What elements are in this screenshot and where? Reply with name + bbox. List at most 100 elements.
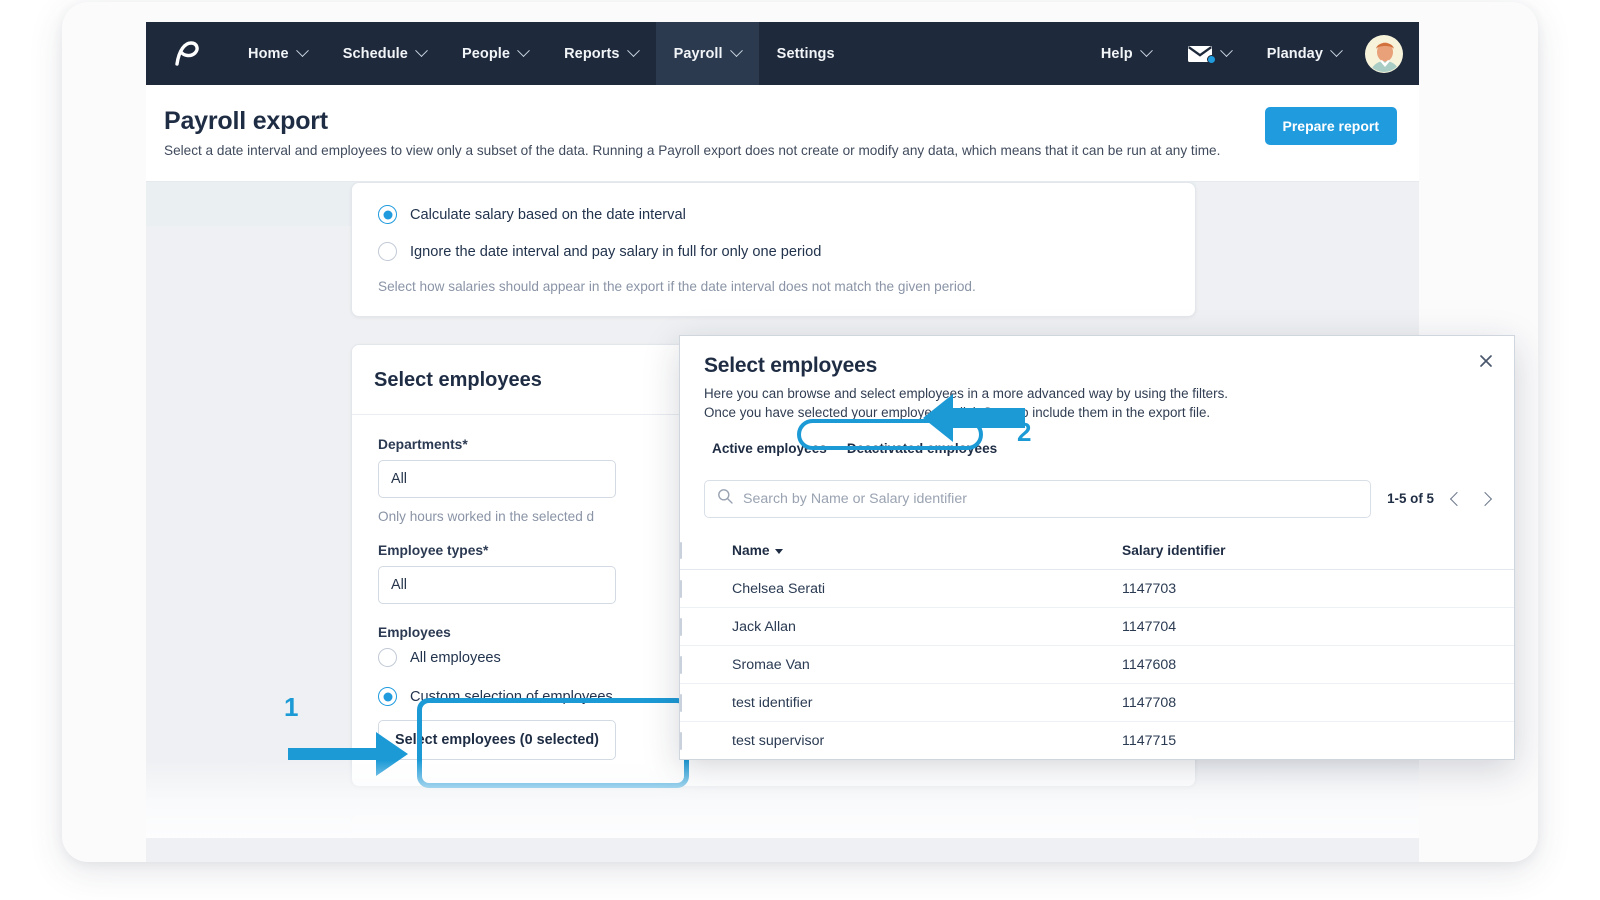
- modal-description-line-2: Once you have selected your employees, c…: [704, 405, 1211, 421]
- prepare-report-button[interactable]: Prepare report: [1264, 107, 1397, 145]
- page-header: Payroll export Select a date interval an…: [146, 85, 1419, 183]
- radio-icon: [378, 205, 397, 225]
- bottom-panel: [351, 814, 1196, 839]
- tab-active-employees[interactable]: Active employees: [704, 435, 835, 462]
- table-row[interactable]: test identifier 1147708: [680, 683, 1514, 723]
- planday-logo-icon[interactable]: [146, 22, 230, 85]
- nav-item-home[interactable]: Home: [230, 22, 325, 85]
- table-row[interactable]: Chelsea Serati 1147703: [680, 569, 1514, 609]
- nav-item-people[interactable]: People: [444, 22, 546, 85]
- salary-option-label: Calculate salary based on the date inter…: [410, 206, 686, 223]
- employees-table: Name Salary identifier Chelsea Serati 11…: [680, 531, 1514, 759]
- employee-search-input[interactable]: Search by Name or Salary identifier: [704, 479, 1372, 518]
- search-icon: [717, 488, 733, 509]
- app-shell: Home Schedule People Reports Payroll Set…: [62, 2, 1538, 862]
- notification-dot: [1206, 55, 1216, 64]
- departments-value: All: [391, 471, 407, 488]
- page-title: Payroll export: [164, 107, 328, 135]
- row-name: Jack Allan: [732, 607, 1122, 647]
- employees-table-head: Name Salary identifier: [680, 531, 1514, 571]
- nav-item-label: Home: [248, 45, 289, 62]
- table-row[interactable]: test supervisor 1147715: [680, 721, 1514, 759]
- nav-item-schedule[interactable]: Schedule: [325, 22, 444, 85]
- nav-item-account[interactable]: Planday: [1249, 22, 1359, 85]
- column-header-label: Name: [732, 543, 770, 559]
- chevron-down-icon: [517, 44, 530, 58]
- row-name: test identifier: [732, 683, 1122, 723]
- table-header-row: Name Salary identifier: [680, 531, 1514, 571]
- row-name: Sromae Van: [732, 645, 1122, 685]
- nav-item-help[interactable]: Help: [1083, 22, 1169, 85]
- row-name: Chelsea Serati: [732, 569, 1122, 609]
- main-navbar: Home Schedule People Reports Payroll Set…: [146, 22, 1419, 85]
- table-row[interactable]: Jack Allan 1147704: [680, 607, 1514, 647]
- chevron-down-icon: [729, 44, 743, 58]
- chevron-left-icon[interactable]: [1449, 491, 1465, 506]
- nav-item-messages[interactable]: [1169, 22, 1249, 85]
- salary-option-interval[interactable]: Calculate salary based on the date inter…: [378, 205, 1169, 225]
- navbar-right-group: Help Planday: [1083, 22, 1419, 85]
- row-checkbox-cell[interactable]: [680, 721, 732, 759]
- nav-item-payroll[interactable]: Payroll: [655, 22, 759, 85]
- checkbox-icon[interactable]: [680, 731, 682, 750]
- modal-description-line-1: Here you can browse and select employees…: [704, 386, 1229, 401]
- nav-item-label: Settings: [776, 45, 835, 62]
- column-header-label: Salary identifier: [1122, 543, 1226, 559]
- employees-option-label: Custom selection of employees: [410, 688, 613, 705]
- employees-label: Employees: [378, 625, 451, 641]
- row-salary-identifier: 1147708: [1122, 683, 1514, 723]
- modal-header: Select employees Here you can browse and…: [680, 336, 1514, 423]
- row-salary-identifier: 1147704: [1122, 607, 1514, 647]
- employees-option-all[interactable]: All employees: [378, 648, 616, 668]
- radio-icon: [378, 648, 397, 668]
- chevron-down-icon: [415, 44, 428, 58]
- employee-types-select[interactable]: All: [378, 566, 616, 605]
- row-name: test supervisor: [732, 721, 1122, 759]
- annotation-number-2: 2: [1017, 417, 1032, 447]
- nav-item-reports[interactable]: Reports: [546, 22, 656, 85]
- row-salary-identifier: 1147715: [1122, 721, 1514, 759]
- checkbox-icon[interactable]: [680, 542, 682, 560]
- nav-item-settings[interactable]: Settings: [759, 22, 853, 85]
- search-placeholder: Search by Name or Salary identifier: [743, 490, 967, 507]
- annotation-number-1: 1: [284, 692, 299, 722]
- radio-icon: [378, 242, 397, 262]
- chevron-right-icon[interactable]: [1477, 491, 1493, 506]
- employees-table-body: Chelsea Serati 1147703 Jack Allan 114770…: [680, 569, 1514, 759]
- select-employees-modal: Select employees Here you can browse and…: [679, 335, 1515, 760]
- chevron-down-icon: [626, 44, 640, 58]
- nav-item-label: People: [461, 45, 511, 62]
- salary-option-ignore[interactable]: Ignore the date interval and pay salary …: [378, 242, 1169, 262]
- nav-item-label: Schedule: [342, 45, 408, 62]
- employee-types-value: All: [391, 577, 407, 594]
- checkbox-icon[interactable]: [680, 579, 682, 598]
- departments-select[interactable]: All: [378, 460, 616, 499]
- salary-option-label: Ignore the date interval and pay salary …: [410, 243, 822, 260]
- select-all-checkbox-cell[interactable]: [680, 531, 732, 571]
- row-salary-identifier: 1147703: [1122, 569, 1514, 609]
- table-row[interactable]: Sromae Van 1147608: [680, 645, 1514, 685]
- annotation-arrow-2: [917, 382, 1032, 457]
- row-checkbox-cell[interactable]: [680, 607, 732, 647]
- chevron-down-icon: [1219, 44, 1233, 58]
- nav-account-label: Planday: [1266, 45, 1323, 62]
- row-checkbox-cell[interactable]: [680, 683, 732, 723]
- chevron-down-icon: [1139, 44, 1153, 58]
- user-avatar[interactable]: [1365, 34, 1403, 73]
- row-checkbox-cell[interactable]: [680, 569, 732, 609]
- modal-title: Select employees: [704, 354, 878, 377]
- close-icon[interactable]: [1476, 351, 1496, 371]
- nav-item-label: Payroll: [673, 45, 723, 62]
- navbar-spacer: [853, 22, 1083, 85]
- sort-descending-icon: [774, 548, 783, 554]
- envelope-icon: [1187, 44, 1216, 64]
- column-header-name[interactable]: Name: [732, 531, 1122, 571]
- row-checkbox-cell[interactable]: [680, 645, 732, 685]
- employee-types-label: Employee types*: [378, 543, 489, 559]
- checkbox-icon[interactable]: [680, 617, 682, 636]
- checkbox-icon[interactable]: [680, 693, 682, 712]
- column-header-salary-identifier[interactable]: Salary identifier: [1122, 531, 1514, 571]
- checkbox-icon[interactable]: [680, 655, 682, 674]
- salary-options-panel: Calculate salary based on the date inter…: [351, 182, 1196, 318]
- nav-help-label: Help: [1100, 45, 1133, 62]
